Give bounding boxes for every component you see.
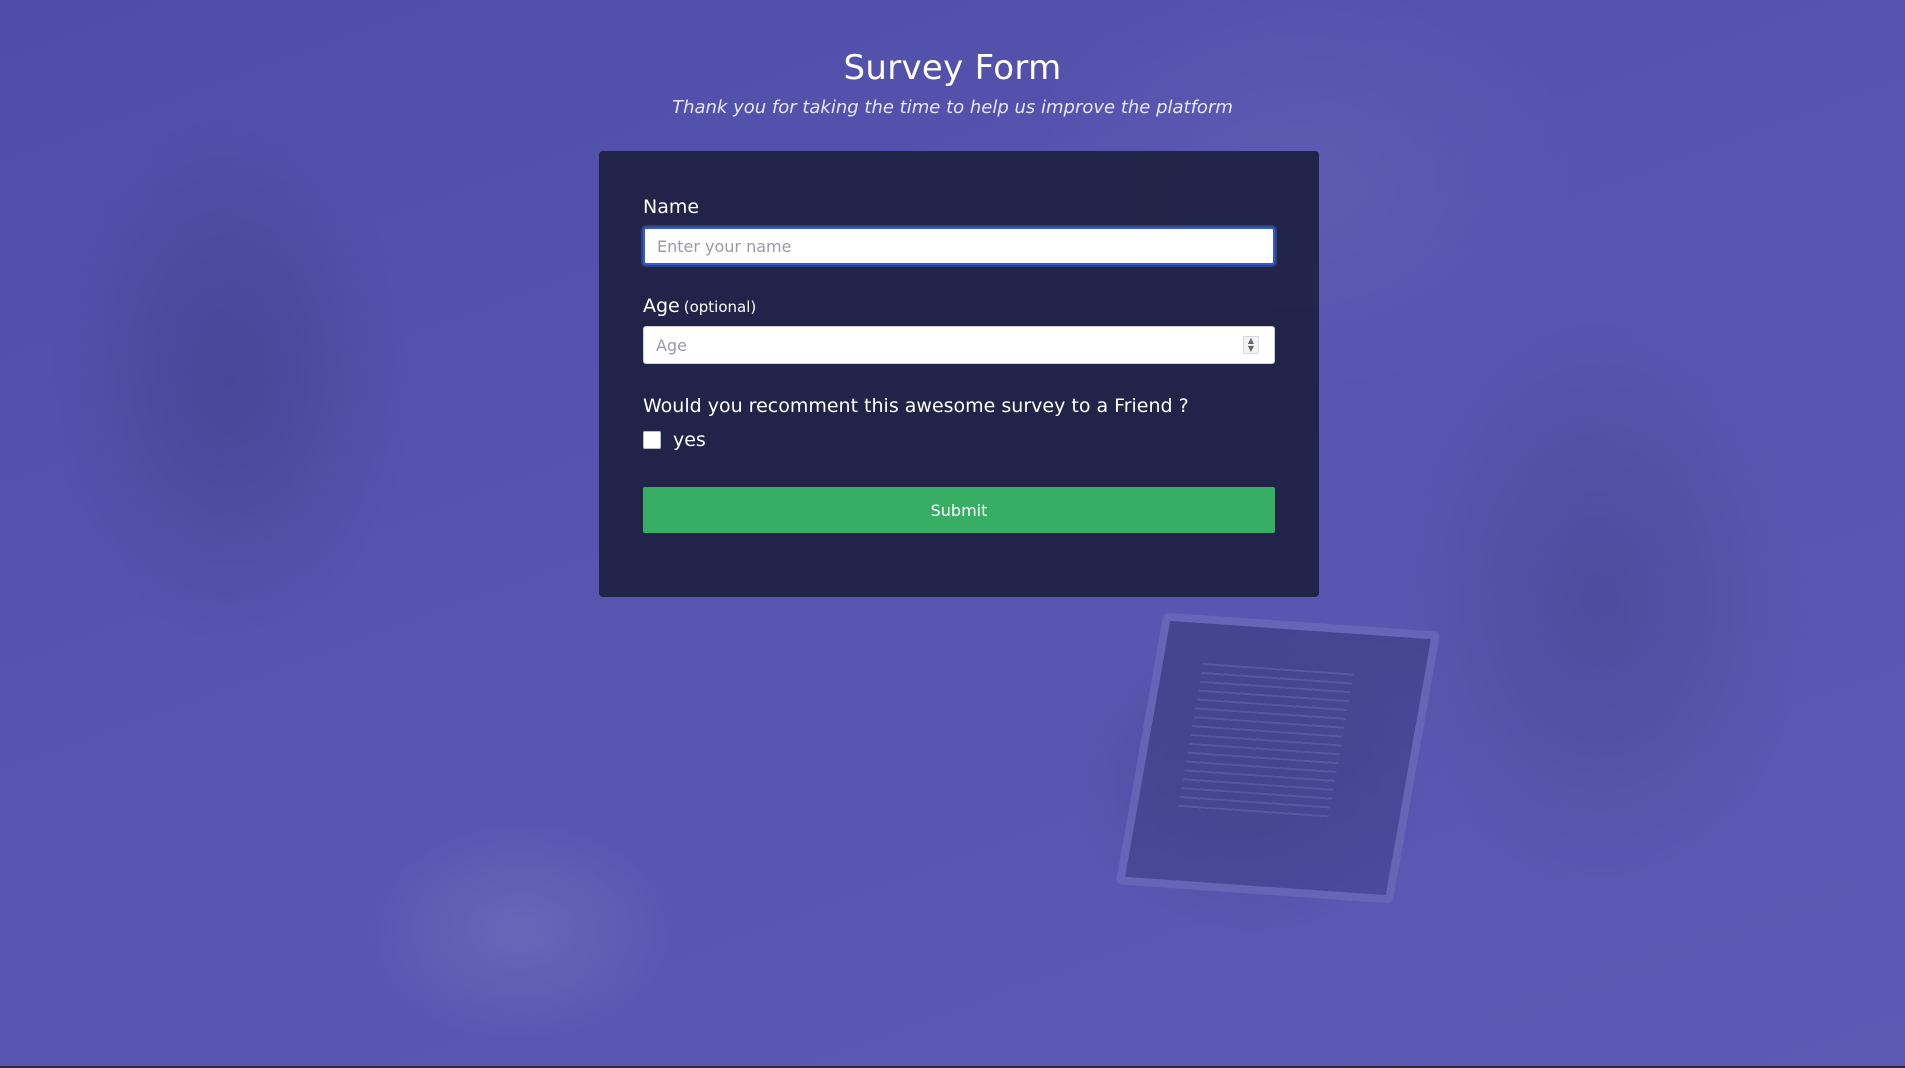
age-stepper[interactable]: ▲ ▼	[1243, 336, 1259, 354]
recommend-option: yes	[643, 428, 706, 452]
survey-page: Survey Form Thank you for taking the tim…	[0, 0, 1905, 1068]
recommend-option-label[interactable]: yes	[673, 428, 706, 452]
recommend-checkbox[interactable]	[643, 431, 661, 449]
age-optional-note: (optional)	[683, 298, 757, 316]
submit-button[interactable]: Submit	[643, 487, 1275, 533]
name-input[interactable]	[643, 227, 1275, 265]
age-label: Age (optional)	[643, 294, 756, 319]
survey-header: Survey Form Thank you for taking the tim…	[0, 46, 1905, 120]
page-description: Thank you for taking the time to help us…	[672, 97, 1233, 118]
name-label-text: Name	[643, 196, 700, 218]
name-label: Name	[643, 195, 699, 219]
age-label-text: Age	[643, 295, 680, 317]
survey-form: Name Age(optional) ▲ ▼ Would you recomme…	[599, 151, 1319, 597]
age-input[interactable]	[643, 326, 1275, 364]
page-title: Survey Form	[843, 48, 1062, 88]
recommend-question: Would you recomment this awesome survey …	[643, 395, 1189, 417]
stepper-down-icon[interactable]: ▼	[1244, 345, 1258, 353]
